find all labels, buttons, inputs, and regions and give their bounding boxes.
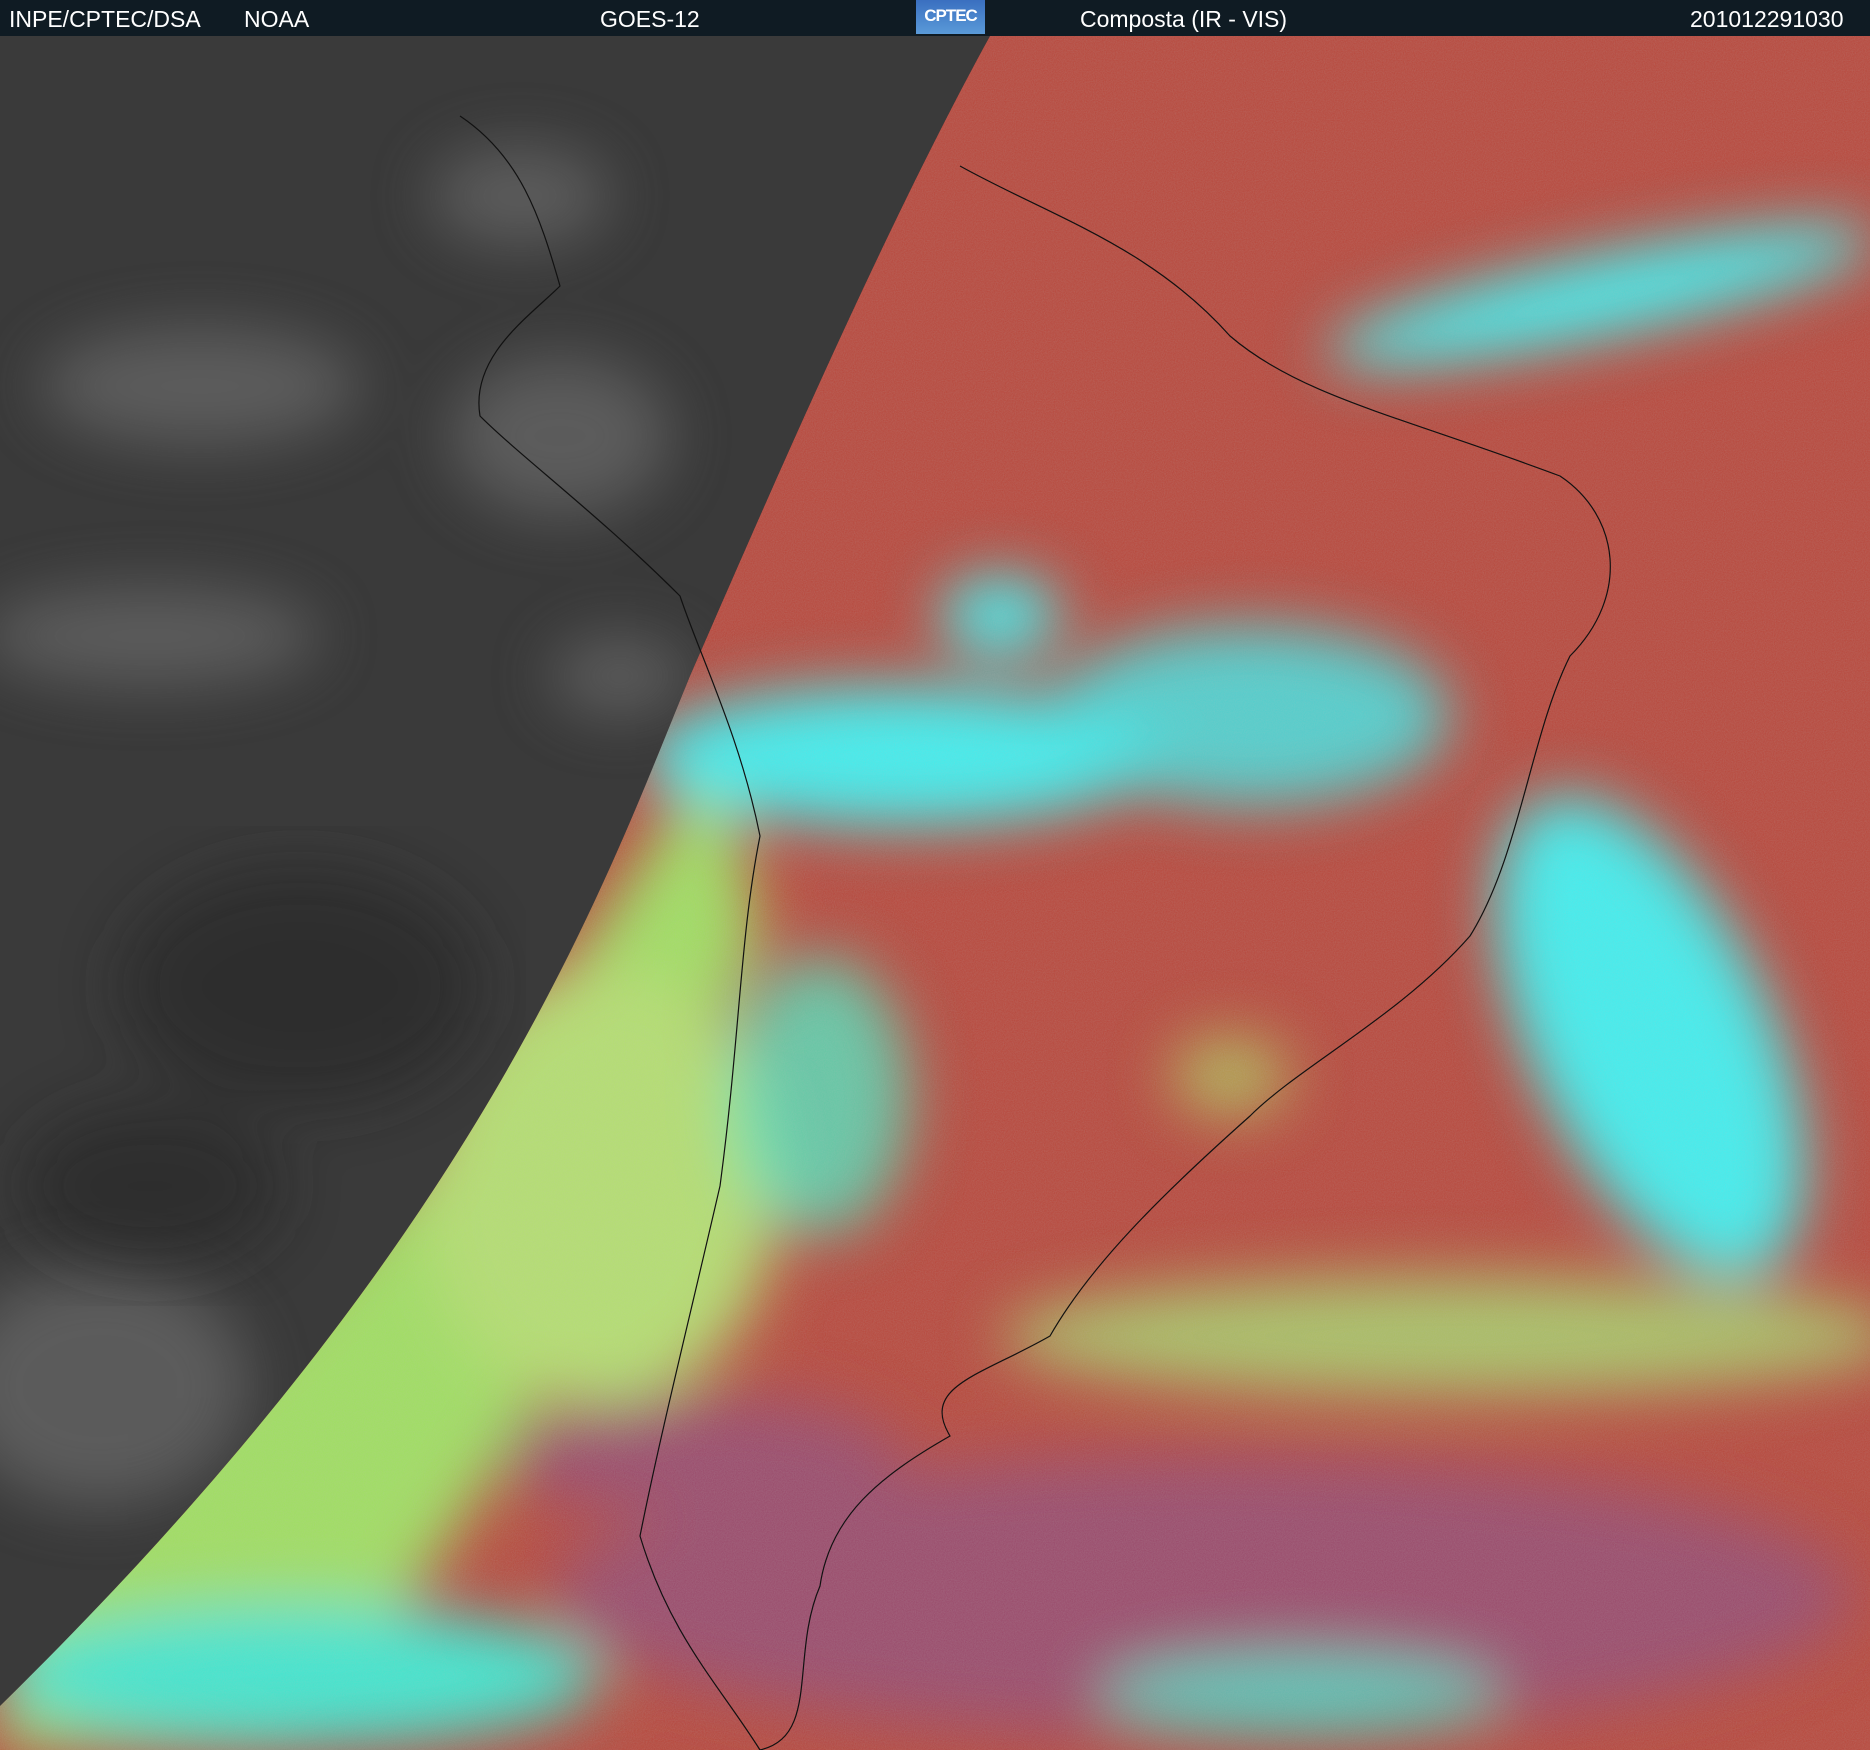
timestamp-label: 201012291030 (1690, 6, 1844, 32)
satellite-composite-image (0, 36, 1870, 1750)
cptec-logo: CPTEC (916, 0, 985, 34)
logo-text: CPTEC (924, 6, 978, 25)
agency-label: NOAA (244, 6, 310, 32)
satellite-image-page: INPE/CPTEC/DSA NOAA GOES-12 CPTEC Compos… (0, 0, 1870, 1750)
image-header-bar: INPE/CPTEC/DSA NOAA GOES-12 CPTEC Compos… (0, 0, 1870, 36)
satellite-label: GOES-12 (600, 6, 700, 32)
org-label: INPE/CPTEC/DSA (9, 6, 201, 32)
product-label: Composta (IR - VIS) (1080, 6, 1288, 32)
